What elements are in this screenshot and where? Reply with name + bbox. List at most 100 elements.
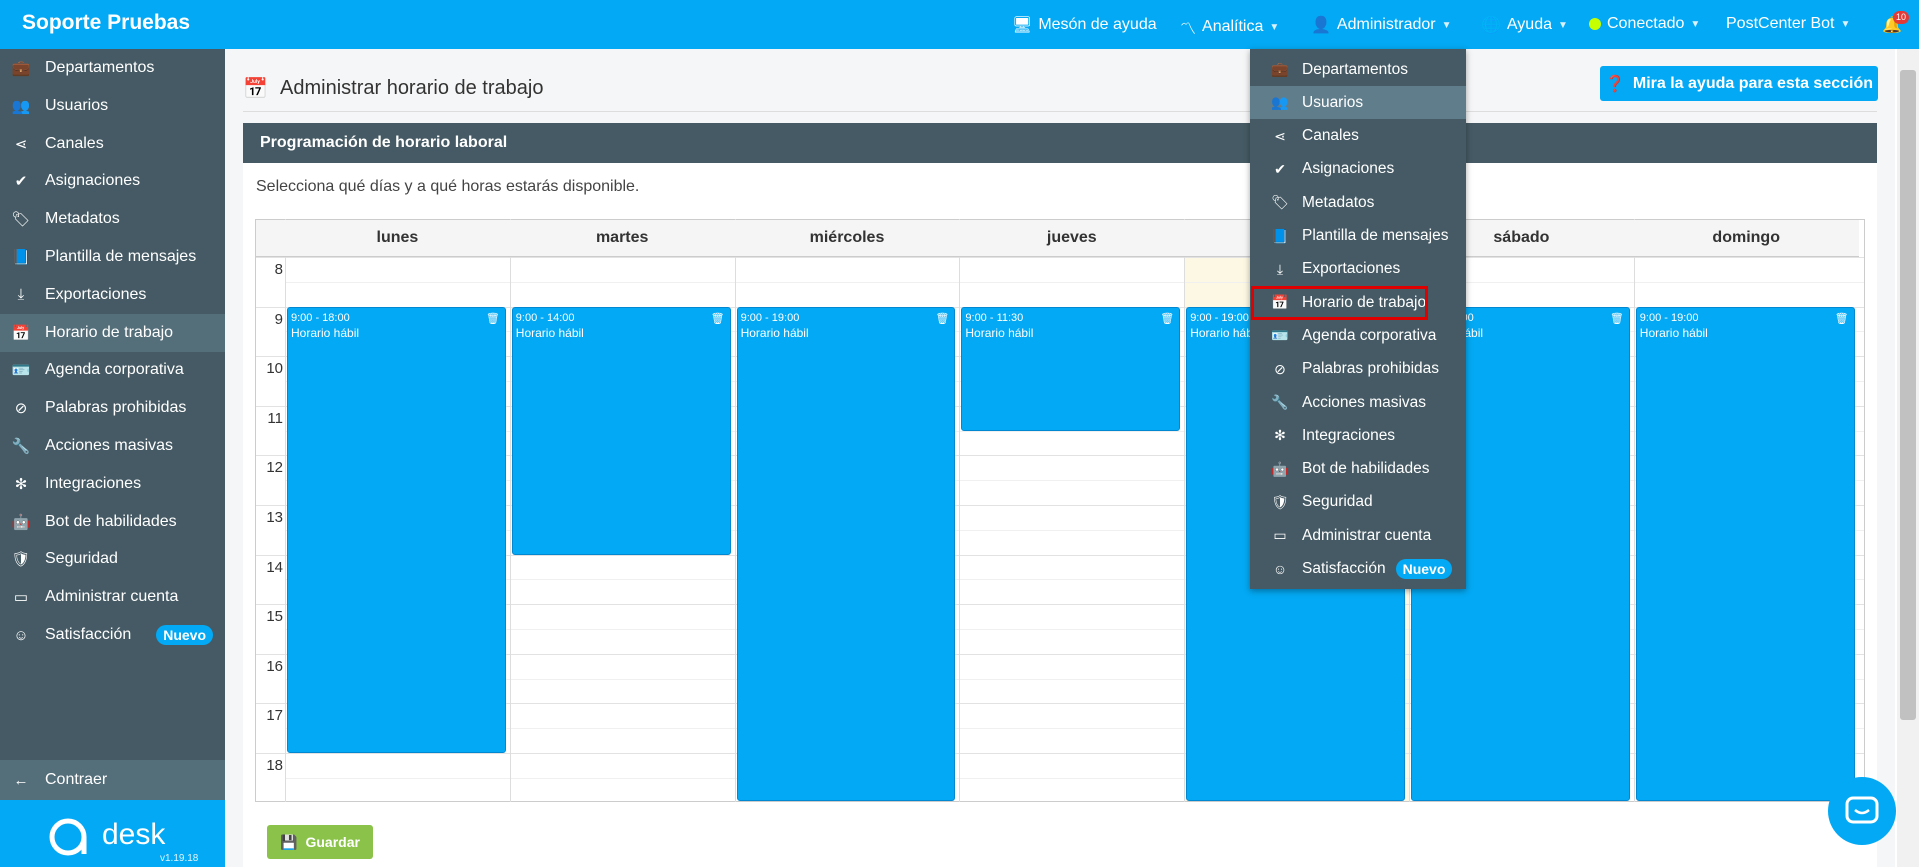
dropdown-item[interactable]: ▭ Administrar cuenta: [1250, 519, 1466, 552]
globe-icon: 🌐: [1481, 17, 1501, 34]
dropdown-item[interactable]: ☺ Satisfacción Nuevo: [1250, 553, 1466, 586]
dropdown-item[interactable]: 🏷 Metadatos: [1250, 186, 1466, 219]
sidebar-item-label: Metadatos: [45, 210, 120, 228]
sidebar-item[interactable]: 📅 Horario de trabajo: [0, 313, 225, 352]
dropdown-item[interactable]: ⋖ Canales: [1250, 120, 1466, 153]
sidebar-item[interactable]: ☺ Satisfacción Nuevo: [0, 616, 225, 654]
smile-icon: ☺: [13, 626, 29, 644]
share-icon: ⋖: [14, 135, 28, 153]
dropdown-item-label: Acciones masivas: [1302, 393, 1427, 411]
day-header: miércoles: [734, 220, 960, 257]
hour-label: 10: [266, 360, 283, 378]
network-icon: ✻: [1274, 427, 1286, 444]
chevron-down-icon: ▼: [1269, 21, 1280, 33]
dropdown-item[interactable]: 🪪 Agenda corporativa: [1250, 319, 1466, 352]
sidebar-item[interactable]: ⋖ Canales: [0, 125, 225, 163]
sidebar-item[interactable]: ▭ Administrar cuenta: [0, 578, 225, 616]
nav-administrador[interactable]: 👤 Administrador ▼: [1311, 15, 1452, 35]
nav-meson-label: Mesón de ayuda: [1038, 16, 1157, 33]
dropdown-item[interactable]: ✻ Integraciones: [1250, 419, 1466, 452]
save-button[interactable]: 💾 Guardar: [267, 825, 373, 859]
nav-bot[interactable]: PostCenter Bot ▼: [1726, 15, 1850, 33]
event-time: 9:00 - 14:00: [515, 311, 575, 324]
dropdown-item-label: Asignaciones: [1302, 160, 1395, 178]
dropdown-item-label: Usuarios: [1302, 93, 1364, 111]
sidebar-item[interactable]: 🪪 Agenda corporativa: [0, 351, 225, 389]
help-button[interactable]: ❓ Mira la ayuda para esta sección: [1600, 66, 1878, 101]
sidebar-item-label: Palabras prohibidas: [45, 399, 187, 417]
event-title: Horario hábil: [515, 325, 584, 340]
nav-status[interactable]: Conectado ▼: [1589, 15, 1700, 33]
nav-meson-de-ayuda[interactable]: 🖥 Mesón de ayuda: [1012, 15, 1157, 35]
sidebar-item[interactable]: ⤓ Exportaciones: [0, 276, 225, 314]
trash-icon[interactable]: 🗑: [711, 312, 725, 325]
calendar-event[interactable]: 9:00 - 14:00 Horario hábil 🗑: [511, 306, 731, 555]
sidebar-item[interactable]: 🔧 Acciones masivas: [0, 427, 225, 465]
dropdown-item[interactable]: 💼 Departamentos: [1250, 53, 1466, 86]
day-header: martes: [509, 220, 735, 257]
chevron-down-icon: ▼: [1690, 18, 1701, 30]
question-circle-icon: ❓: [1604, 75, 1625, 93]
calendar-event[interactable]: 9:00 - 19:00Horario hábil 🗑: [1635, 306, 1855, 801]
sidebar-item[interactable]: ✻ Integraciones: [0, 465, 225, 503]
dropdown-item[interactable]: 🤖 Bot de habilidades: [1250, 453, 1466, 486]
brand-title[interactable]: Soporte Pruebas: [22, 11, 190, 35]
trash-icon[interactable]: 🗑: [935, 312, 949, 325]
sidebar-item-label: Asignaciones: [45, 172, 141, 190]
dropdown-item-label: Integraciones: [1302, 426, 1396, 444]
tag-icon: 🏷: [11, 211, 31, 229]
dropdown-item[interactable]: 🛡 Seguridad: [1250, 486, 1466, 519]
nav-administrador-label: Administrador: [1336, 16, 1436, 33]
user-cog-icon: 👤: [1311, 17, 1331, 34]
sidebar-item[interactable]: ⊘ Palabras prohibidas: [0, 389, 225, 427]
chat-launcher-button[interactable]: [1828, 777, 1896, 845]
dropdown-item[interactable]: 🔧 Acciones masivas: [1250, 386, 1466, 419]
collapse-sidebar-button[interactable]: ← Contraer: [0, 760, 225, 800]
download-icon: ⤓: [17, 286, 25, 304]
monitor-icon: 🖥: [1012, 17, 1033, 34]
event-time: 9:00 - 19:00: [1190, 311, 1249, 324]
sidebar-item-label: Departamentos: [45, 59, 155, 76]
trash-icon[interactable]: 🗑: [1160, 312, 1174, 325]
event-time: 9:00 - 11:30: [965, 311, 1024, 324]
trash-icon[interactable]: 🗑: [1835, 312, 1849, 325]
dropdown-item[interactable]: ✔ Asignaciones: [1250, 153, 1466, 186]
nav-ayuda[interactable]: 🌐 Ayuda ▼: [1481, 15, 1568, 35]
sidebar-item[interactable]: 💼 Departamentos: [0, 49, 225, 87]
sidebar-item-label: Satisfacción: [45, 626, 132, 643]
trash-icon[interactable]: 🗑: [486, 312, 500, 325]
day-header: lunes: [285, 220, 510, 257]
sidebar-item-label: Plantilla de mensajes: [45, 248, 197, 265]
nav-analitica[interactable]: 〽 Analítica ▼: [1180, 15, 1279, 39]
dropdown-item[interactable]: 👥 Usuarios: [1250, 86, 1466, 120]
event-title: Horario hábil: [1639, 325, 1708, 340]
save-button-label: Guardar: [305, 834, 360, 850]
hour-label: 15: [266, 608, 283, 626]
book-icon: 📘: [11, 249, 31, 266]
calendar-event[interactable]: 9:00 - 11:30 Horario hábil 🗑: [961, 306, 1181, 431]
hour-label: 18: [266, 757, 283, 774]
sidebar-item[interactable]: 📘 Plantilla de mensajes: [0, 238, 225, 276]
scrollbar-thumb[interactable]: [1900, 70, 1916, 720]
nav-ayuda-label: Ayuda: [1506, 16, 1552, 33]
dropdown-item[interactable]: ⤓ Exportaciones: [1250, 253, 1466, 286]
sidebar-item[interactable]: 👥 Usuarios: [0, 87, 225, 125]
dropdown-item[interactable]: ⊘ Palabras prohibidas: [1250, 353, 1466, 386]
calendar-event[interactable]: 9:00 - 19:00Horario hábil 🗑: [736, 306, 956, 801]
sidebar-item[interactable]: 🤖 Bot de habilidades: [0, 503, 225, 541]
event-time: 9:00 - 18:00: [291, 311, 350, 324]
dropdown-item[interactable]: 📘 Plantilla de mensajes: [1250, 220, 1466, 253]
panel-title: Programación de horario laboral: [260, 134, 508, 151]
sidebar-item[interactable]: 🛡 Seguridad: [0, 540, 225, 578]
dropdown-item-label: Exportaciones: [1302, 260, 1401, 278]
sidebar-item[interactable]: 🏷 Metadatos: [0, 200, 225, 238]
trash-icon[interactable]: 🗑: [1610, 312, 1624, 325]
sidebar-item-label: Exportaciones: [45, 285, 147, 303]
download-icon: ⤓: [1276, 260, 1284, 277]
sidebar-item[interactable]: ✔ Asignaciones: [0, 162, 225, 200]
calendar-event[interactable]: 9:00 - 18:00 Horario hábil 🗑: [287, 306, 506, 753]
sidebar-item-label: Usuarios: [45, 96, 109, 114]
robot-icon: 🤖: [1271, 460, 1289, 477]
hour-label: 11: [267, 409, 283, 427]
day-header: jueves: [959, 220, 1185, 257]
